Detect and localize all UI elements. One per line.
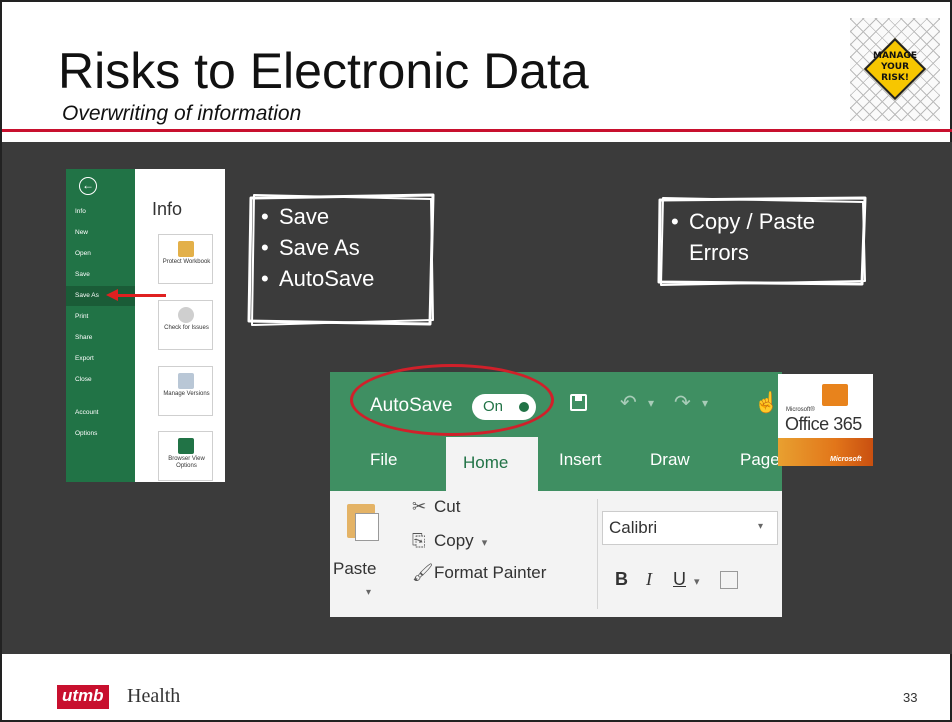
paste-dropdown-icon[interactable]: ▾ bbox=[366, 587, 371, 598]
paintbrush-icon: 🖌 bbox=[412, 563, 434, 582]
backstage-pane-title: Info bbox=[152, 199, 183, 219]
badge-text: MANAGE YOUR RISK! bbox=[873, 51, 917, 83]
redo-dropdown-icon[interactable]: ▾ bbox=[702, 396, 708, 410]
home-ribbon-panel: Paste ▾ ✂ Cut ⎘ Copy ▾ 🖌Format Painter Cali… bbox=[330, 491, 782, 617]
backstage-item-export[interactable]: Export bbox=[66, 349, 135, 369]
tab-file[interactable]: File bbox=[370, 450, 397, 470]
protect-workbook-tile[interactable]: Protect Workbook bbox=[158, 234, 213, 284]
italic-button[interactable]: I bbox=[646, 569, 652, 590]
callout-item-copy-paste: Copy / Paste bbox=[667, 206, 815, 237]
underline-dropdown-icon[interactable]: ▾ bbox=[694, 575, 700, 588]
tile-label: Browser View Options bbox=[168, 456, 205, 469]
paste-button[interactable]: Paste bbox=[333, 559, 376, 579]
callout-item-errors: Errors bbox=[689, 240, 749, 265]
excel-backstage-screenshot: ← Info New Open Save Save As Print Share… bbox=[66, 169, 225, 482]
microsoft-small-label: Microsoft® bbox=[786, 407, 815, 413]
office-365-logo: Microsoft® Office 365 Microsoft bbox=[778, 374, 873, 466]
borders-icon[interactable] bbox=[720, 571, 738, 589]
back-arrow-icon[interactable]: ← bbox=[79, 177, 97, 195]
autosave-highlight-oval bbox=[350, 364, 554, 436]
undo-dropdown-icon[interactable]: ▾ bbox=[648, 396, 654, 410]
format-painter-button[interactable]: 🖌Format Painter bbox=[412, 563, 546, 583]
backstage-item-open[interactable]: Open bbox=[66, 244, 135, 264]
slide-subtitle: Overwriting of information bbox=[62, 102, 302, 125]
health-label: Health bbox=[127, 685, 181, 707]
red-arrow-shaft bbox=[118, 294, 166, 297]
browser-view-options-tile[interactable]: Browser View Options bbox=[158, 431, 213, 481]
redo-icon[interactable]: ↷ bbox=[674, 390, 691, 415]
save-icon[interactable] bbox=[570, 394, 587, 411]
backstage-item-options[interactable]: Options bbox=[66, 424, 135, 444]
page-number: 33 bbox=[903, 690, 918, 705]
tab-page[interactable]: Page bbox=[740, 450, 780, 470]
font-dropdown-icon[interactable]: ▾ bbox=[758, 521, 763, 532]
backstage-nav: ← Info New Open Save Save As Print Share… bbox=[66, 169, 135, 482]
save-options-callout: Save Save As AutoSave bbox=[247, 193, 435, 327]
backstage-item-new[interactable]: New bbox=[66, 223, 135, 243]
scissors-icon: ✂ bbox=[412, 497, 427, 516]
red-arrow-icon bbox=[106, 289, 118, 301]
bold-button[interactable]: B bbox=[615, 569, 628, 590]
underline-button[interactable]: U bbox=[673, 569, 686, 590]
slide: Risks to Electronic Data Overwriting of … bbox=[0, 0, 952, 722]
backstage-item-share[interactable]: Share bbox=[66, 328, 135, 348]
callout-item-autosave: AutoSave bbox=[257, 263, 374, 294]
excel-globe-icon bbox=[178, 438, 194, 454]
check-for-issues-tile[interactable]: Check for Issues bbox=[158, 300, 213, 350]
cut-label: Cut bbox=[434, 497, 461, 516]
format-painter-label: Format Painter bbox=[434, 563, 547, 582]
utmb-logo: utmb bbox=[57, 685, 109, 709]
tile-label: Protect Workbook bbox=[162, 259, 211, 265]
font-name-box[interactable]: Calibri bbox=[602, 511, 778, 545]
copy-button[interactable]: ⎘ Copy ▾ bbox=[412, 531, 487, 551]
clipboard-icon[interactable] bbox=[347, 504, 379, 541]
tab-draw[interactable]: Draw bbox=[650, 450, 690, 470]
copy-icon: ⎘ bbox=[412, 531, 426, 550]
ribbon-tabs-bar bbox=[330, 437, 782, 491]
tab-insert[interactable]: Insert bbox=[559, 450, 602, 470]
manage-versions-tile[interactable]: Manage Versions bbox=[158, 366, 213, 416]
office-logo-icon bbox=[822, 384, 848, 406]
backstage-item-save[interactable]: Save bbox=[66, 265, 135, 285]
touch-mode-icon[interactable]: ☝ bbox=[754, 390, 779, 415]
office-365-name: Office 365 bbox=[785, 414, 862, 434]
backstage-item-close[interactable]: Close bbox=[66, 370, 135, 390]
lock-icon bbox=[178, 241, 194, 257]
group-separator bbox=[597, 499, 598, 609]
inspect-document-icon bbox=[178, 307, 194, 323]
tile-label: Check for Issues bbox=[164, 325, 209, 331]
microsoft-band-label: Microsoft bbox=[830, 456, 862, 463]
callout-item-save: Save bbox=[257, 201, 374, 232]
cut-button[interactable]: ✂ Cut bbox=[412, 497, 460, 517]
copy-dropdown-icon[interactable]: ▾ bbox=[482, 537, 488, 549]
tile-label: Manage Versions bbox=[163, 391, 210, 397]
manage-your-risk-badge: MANAGE YOUR RISK! bbox=[850, 18, 940, 121]
backstage-item-print[interactable]: Print bbox=[66, 307, 135, 327]
slide-title: Risks to Electronic Data bbox=[58, 43, 589, 99]
callout-item-save-as: Save As bbox=[257, 232, 374, 263]
copy-paste-callout: Copy / Paste Errors bbox=[657, 196, 867, 286]
tab-home[interactable]: Home bbox=[446, 437, 538, 491]
title-divider bbox=[2, 129, 952, 132]
versions-icon bbox=[178, 373, 194, 389]
undo-icon[interactable]: ↶ bbox=[620, 390, 637, 415]
backstage-item-account[interactable]: Account bbox=[66, 403, 135, 423]
backstage-item-info[interactable]: Info bbox=[66, 202, 135, 222]
copy-label: Copy bbox=[434, 531, 474, 550]
